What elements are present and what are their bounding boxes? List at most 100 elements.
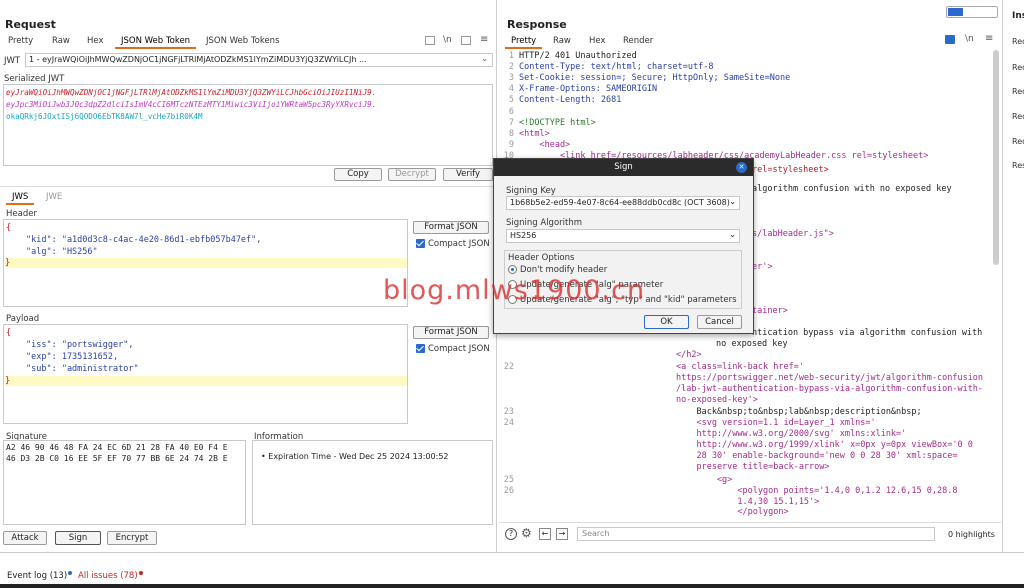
payload-line: } [5,376,407,386]
header-editor[interactable]: { "kid": "a1d0d3c8-c4ac-4e20-86d1-ebfb05… [3,219,408,307]
dialog-titlebar[interactable]: Sign ✕ [494,159,753,176]
information-box: • Expiration Time - Wed Dec 25 2024 13:0… [252,440,493,525]
settings-gear-icon[interactable]: ⚙ [521,526,532,540]
attack-button[interactable]: Attack [3,531,47,545]
code-line: 28 30' enable-background='new 0 0 28 30'… [676,451,958,461]
notification-dot-icon [68,571,73,575]
code-line: </polygon> [676,507,789,517]
inspector-item[interactable]: Req [1012,137,1024,146]
response-scrollbar[interactable] [993,50,999,265]
signing-key-select[interactable]: 1b68b5e2-ed59-4e07-8c64-ee88ddb0cd8c (OC… [506,196,740,210]
code-fragment: algorithm confusion with no exposed key [752,184,952,194]
help-icon[interactable]: ? [505,528,517,540]
inspector-title: Ins [1012,11,1024,21]
signing-algorithm-select[interactable]: HS256 ⌄ [506,229,740,243]
header-line: } [5,258,407,268]
encrypt-button[interactable]: Encrypt [107,531,157,545]
tab-hex[interactable]: Hex [81,33,110,49]
line-number: 7 [508,117,514,128]
code-fragment: tainer> [752,306,788,316]
status-bar: Event log (13) All issues (78) [0,552,1024,588]
tab-response-raw[interactable]: Raw [547,33,577,49]
menu-icon[interactable]: ≡ [985,33,993,44]
response-title: Response [507,18,567,31]
menu-icon[interactable]: ≡ [480,34,488,45]
line-number: 8 [508,128,514,139]
verify-button[interactable]: Verify [443,168,493,181]
inspector-item[interactable]: Req [1012,37,1024,46]
checkbox-icon [416,344,425,353]
code-line: Back&nbsp;to&nbsp;lab&nbsp;description&n… [676,407,922,417]
jwt-signature-part: okaQRkj6JOxtISj6QODO6EbTK8AW7l_vcHe7biR0… [6,112,203,121]
layout-icon[interactable] [425,36,435,45]
payload-line: "exp": 1735131652, [26,352,119,362]
event-log-link[interactable]: Event log (13) [7,571,73,581]
inspector-item[interactable]: Res [1012,161,1024,170]
tab-jws[interactable]: JWS [6,189,35,205]
decrypt-button[interactable]: Decrypt [388,168,436,181]
line-number: 9 [508,139,514,150]
payload-editor[interactable]: { "iss": "portswigger", "exp": 173513165… [3,324,408,424]
ok-button[interactable]: OK [644,315,689,329]
header-line: "kid": "a1d0d3c8-c4ac-4e20-86d1-ebfb057b… [26,235,262,245]
tab-json-web-tokens[interactable]: JSON Web Tokens [200,33,286,49]
chevron-down-icon: ⌄ [729,230,736,239]
tab-raw[interactable]: Raw [46,33,76,49]
code-line: no-exposed-key'> [676,395,758,405]
inspector-item[interactable]: Req [1012,87,1024,96]
cancel-button[interactable]: Cancel [697,315,742,329]
request-title: Request [5,18,56,31]
arrow-left-icon[interactable]: ← [539,528,551,540]
code-line: 1.4,30 15.1,15'> [676,497,820,507]
tab-json-web-token[interactable]: JSON Web Token [115,33,197,49]
columns-icon[interactable] [461,36,471,45]
code-line: http://www.w3.org/2000/svg' xmlns:xlink=… [676,429,907,439]
inspector-item[interactable]: Req [1012,63,1024,72]
line-number: 2 [508,62,514,73]
option-dont-modify[interactable]: Don't modify header [508,265,607,275]
chevron-down-icon: ⌄ [729,197,736,206]
close-icon[interactable]: ✕ [736,162,747,173]
compact-json-label: Compact JSON [428,344,490,354]
format-json-button-2[interactable]: Format JSON [413,326,489,339]
response-footer: ? ⚙ ← → Search 0 highlights [499,522,1001,546]
sign-button[interactable]: Sign [55,531,101,545]
line-number: 4 [508,84,514,95]
divider[interactable] [0,186,497,187]
response-search-input[interactable]: Search [577,527,935,541]
tab-pretty[interactable]: Pretty [2,33,39,49]
tab-response-hex[interactable]: Hex [583,33,612,49]
signature-hex-box[interactable]: A2 46 90 46 48 FA 24 EC 6D 21 28 FA 40 E… [3,440,246,525]
serialized-jwt-box[interactable]: eyJraWQiOiJhMWQwZDNjOC1jNGFjLTRlMjAtODZk… [3,84,493,166]
view-toggle[interactable] [946,6,998,18]
taskbar-strip [0,584,1024,588]
code-line: HTTP/2 401 Unauthorized [519,51,637,61]
compact-json-checkbox-2[interactable]: Compact JSON [416,344,490,354]
tab-response-pretty[interactable]: Pretty [505,33,543,49]
signing-algorithm-value: HS256 [510,231,537,240]
split-view-icon[interactable] [948,8,963,16]
search-placeholder: Search [582,529,610,538]
line-number: 1 [508,51,514,61]
pretty-icon[interactable] [945,35,955,44]
all-issues-link[interactable]: All issues (78) [78,571,143,581]
newline-icon[interactable]: \n [965,34,974,44]
code-line: <svg version=1.1 id=Layer_1 xmlns=' [676,418,876,428]
code-line: Content-Type: text/html; charset=utf-8 [519,62,714,73]
code-fragment: s/labHeader.js"> [752,229,834,239]
wrap-icon[interactable]: \n [443,35,452,45]
format-json-button[interactable]: Format JSON [413,221,489,234]
compact-json-checkbox[interactable]: Compact JSON [416,239,490,249]
inspector-item[interactable]: Req [1012,112,1024,121]
line-number: 5 [508,95,514,106]
code-line: http://www.w3.org/1999/xlink' x=0px y=0p… [676,440,973,450]
tab-jwe[interactable]: JWE [40,189,68,205]
code-line: <html> [519,128,550,139]
tab-response-render[interactable]: Render [617,33,659,49]
code-line: https://portswigger.net/web-security/jwt… [676,373,984,383]
jwt-select[interactable]: 1 - eyJraWQiOiJhMWQwZDNjOC1jNGFjLTRlMjAt… [25,53,493,67]
copy-button[interactable]: Copy [334,168,382,181]
signing-key-value: 1b68b5e2-ed59-4e07-8c64-ee88ddb0cd8c (OC… [510,198,730,207]
signing-algorithm-label: Signing Algorithm [506,218,583,228]
arrow-right-icon[interactable]: → [556,528,568,540]
